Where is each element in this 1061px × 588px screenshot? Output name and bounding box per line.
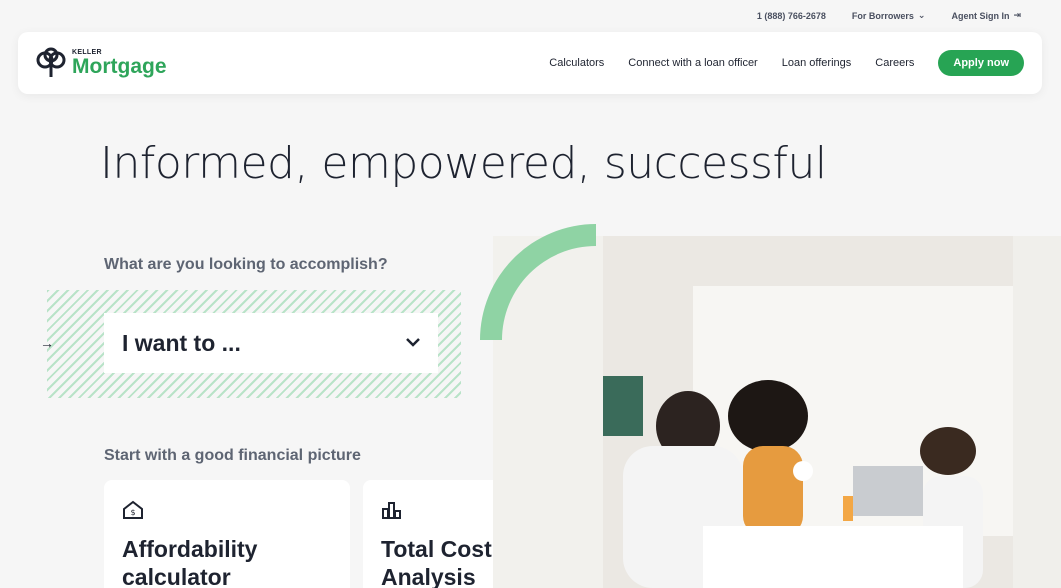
card-title-line2: calculator	[122, 564, 231, 588]
main-nav: Calculators Connect with a loan officer …	[549, 50, 1024, 76]
for-borrowers-menu[interactable]: For Borrowers ⌄	[852, 10, 926, 21]
chevron-down-icon: ⌄	[917, 10, 926, 20]
logo-big-text: Mortgage	[72, 55, 167, 78]
green-arc-decoration	[480, 224, 596, 340]
site-header: KELLER Mortgage Calculators Connect with…	[18, 32, 1042, 94]
nav-item-connect[interactable]: Connect with a loan officer	[628, 57, 757, 69]
question-label: What are you looking to accomplish?	[104, 256, 388, 273]
svg-text:$: $	[130, 508, 135, 517]
page-title: Informed, empowered, successful	[100, 138, 827, 189]
nav-item-careers[interactable]: Careers	[875, 57, 914, 69]
for-borrowers-label: For Borrowers	[851, 10, 914, 21]
agent-sign-in-label: Agent Sign In	[951, 10, 1010, 21]
chevron-down-icon	[406, 334, 420, 352]
card-title-line1: Affordability	[122, 536, 258, 562]
nav-item-calculators[interactable]: Calculators	[549, 57, 604, 69]
apply-now-button[interactable]: Apply now	[938, 50, 1024, 76]
affordability-card[interactable]: $ Affordability calculator	[104, 480, 350, 588]
section-label: Start with a good financial picture	[104, 447, 361, 464]
tree-icon	[36, 47, 66, 77]
house-dollar-icon: $	[123, 500, 143, 519]
agent-sign-in-link[interactable]: Agent Sign In ⇥	[951, 10, 1021, 21]
arrow-right-icon: →	[40, 335, 54, 351]
logo[interactable]: KELLER Mortgage	[36, 47, 167, 79]
utility-bar: 1 (888) 766-2678 For Borrowers ⌄ Agent S…	[757, 10, 1021, 21]
bar-chart-icon	[382, 502, 401, 519]
goal-select-value: I want to ...	[122, 329, 241, 356]
sign-in-icon: ⇥	[1013, 10, 1021, 20]
goal-select[interactable]: I want to ...	[104, 313, 438, 373]
phone-link[interactable]: 1 (888) 766-2678	[757, 11, 826, 21]
nav-item-loan-offerings[interactable]: Loan offerings	[782, 57, 852, 69]
